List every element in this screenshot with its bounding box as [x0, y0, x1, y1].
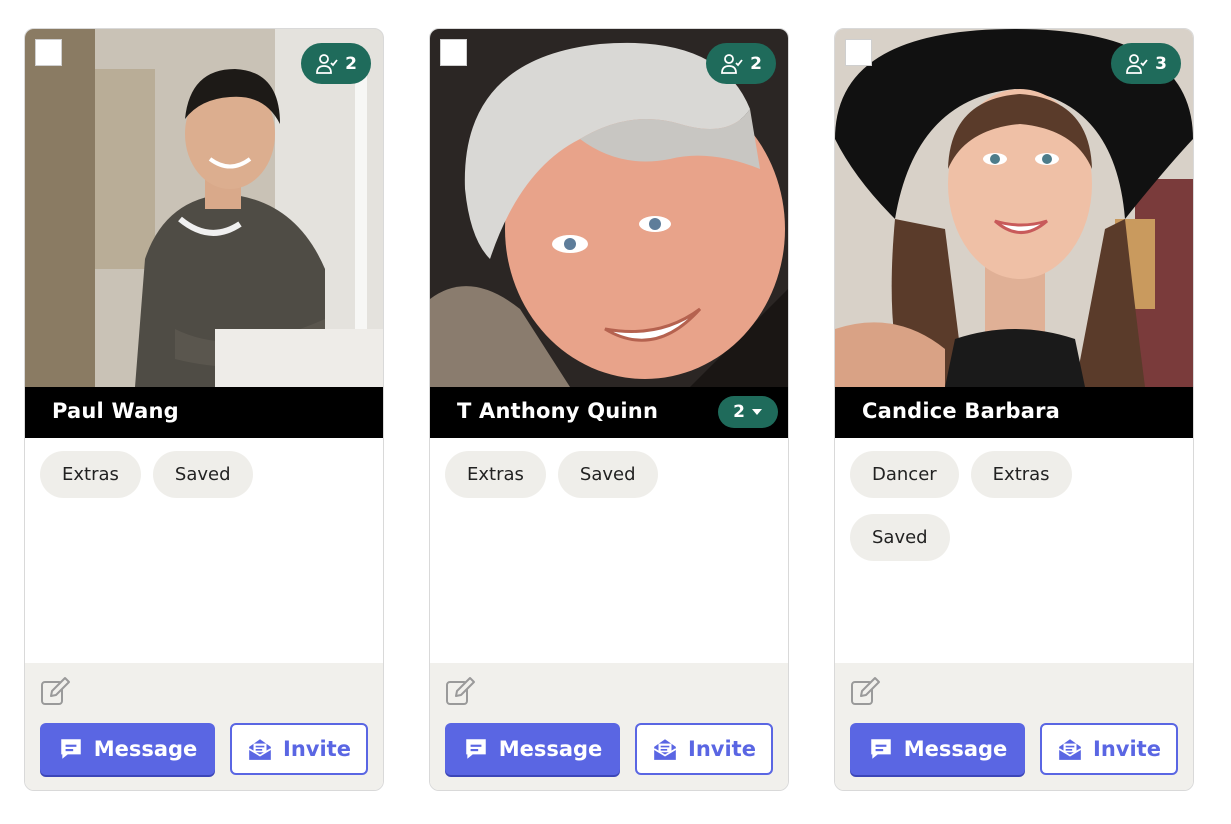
tag[interactable]: Saved [850, 514, 950, 561]
talent-grid: 2 Paul Wang Extras Saved Message Invite … [0, 0, 1231, 824]
select-checkbox[interactable] [35, 39, 62, 66]
tag[interactable]: Extras [445, 451, 546, 498]
user-check-icon [316, 53, 338, 74]
edit-note-icon[interactable] [444, 675, 476, 707]
tag[interactable]: Dancer [850, 451, 959, 498]
message-button[interactable]: Message [850, 723, 1025, 775]
invite-label: Invite [1093, 737, 1161, 761]
card-footer: Message Invite [25, 663, 383, 790]
envelope-open-icon [653, 739, 677, 760]
tag[interactable]: Extras [970, 451, 1072, 498]
select-checkbox[interactable] [845, 39, 872, 66]
match-count: 3 [1155, 53, 1167, 74]
tag-list: Extras Saved [445, 451, 775, 498]
invite-button[interactable]: Invite [635, 723, 773, 775]
talent-card: 2 T Anthony Quinn 2 Extras Saved Message… [429, 28, 789, 791]
talent-card: 3 Candice Barbara Dancer Extras Saved Me… [834, 28, 1194, 791]
talent-photo[interactable]: 3 [835, 29, 1193, 387]
duplicate-count-dropdown[interactable]: 2 [718, 396, 778, 428]
select-checkbox[interactable] [440, 39, 467, 66]
user-check-icon [721, 53, 743, 74]
name-bar: Paul Wang [25, 387, 383, 438]
match-count-badge[interactable]: 2 [301, 43, 371, 84]
chat-icon [870, 739, 891, 759]
tag-list: Extras Saved [40, 451, 370, 498]
edit-note-icon[interactable] [39, 675, 71, 707]
match-count-badge[interactable]: 3 [1111, 43, 1181, 84]
name-bar: T Anthony Quinn 2 [430, 387, 788, 438]
message-label: Message [903, 737, 1008, 761]
edit-note-icon[interactable] [849, 675, 881, 707]
chat-icon [60, 739, 81, 759]
talent-photo[interactable]: 2 [25, 29, 383, 387]
message-button[interactable]: Message [40, 723, 215, 775]
envelope-open-icon [1058, 739, 1082, 760]
message-label: Message [498, 737, 603, 761]
talent-photo[interactable]: 2 [430, 29, 788, 387]
message-button[interactable]: Message [445, 723, 620, 775]
tag[interactable]: Saved [152, 451, 253, 498]
talent-name[interactable]: T Anthony Quinn [457, 399, 658, 423]
card-footer: Message Invite [835, 663, 1193, 790]
match-count: 2 [345, 53, 357, 74]
message-label: Message [93, 737, 198, 761]
invite-button[interactable]: Invite [230, 723, 368, 775]
caret-down-icon [751, 409, 762, 415]
duplicate-count: 2 [733, 402, 745, 422]
name-bar: Candice Barbara [835, 387, 1193, 438]
talent-name[interactable]: Paul Wang [52, 399, 179, 423]
envelope-open-icon [248, 739, 272, 760]
invite-label: Invite [283, 737, 351, 761]
talent-card: 2 Paul Wang Extras Saved Message Invite [24, 28, 384, 791]
invite-button[interactable]: Invite [1040, 723, 1178, 775]
tag-list: Dancer Extras Saved [850, 451, 1180, 561]
tag[interactable]: Extras [40, 451, 141, 498]
user-check-icon [1126, 53, 1148, 74]
match-count-badge[interactable]: 2 [706, 43, 776, 84]
card-footer: Message Invite [430, 663, 788, 790]
chat-icon [465, 739, 486, 759]
tag[interactable]: Saved [557, 451, 658, 498]
invite-label: Invite [688, 737, 756, 761]
match-count: 2 [750, 53, 762, 74]
talent-name[interactable]: Candice Barbara [862, 399, 1060, 423]
